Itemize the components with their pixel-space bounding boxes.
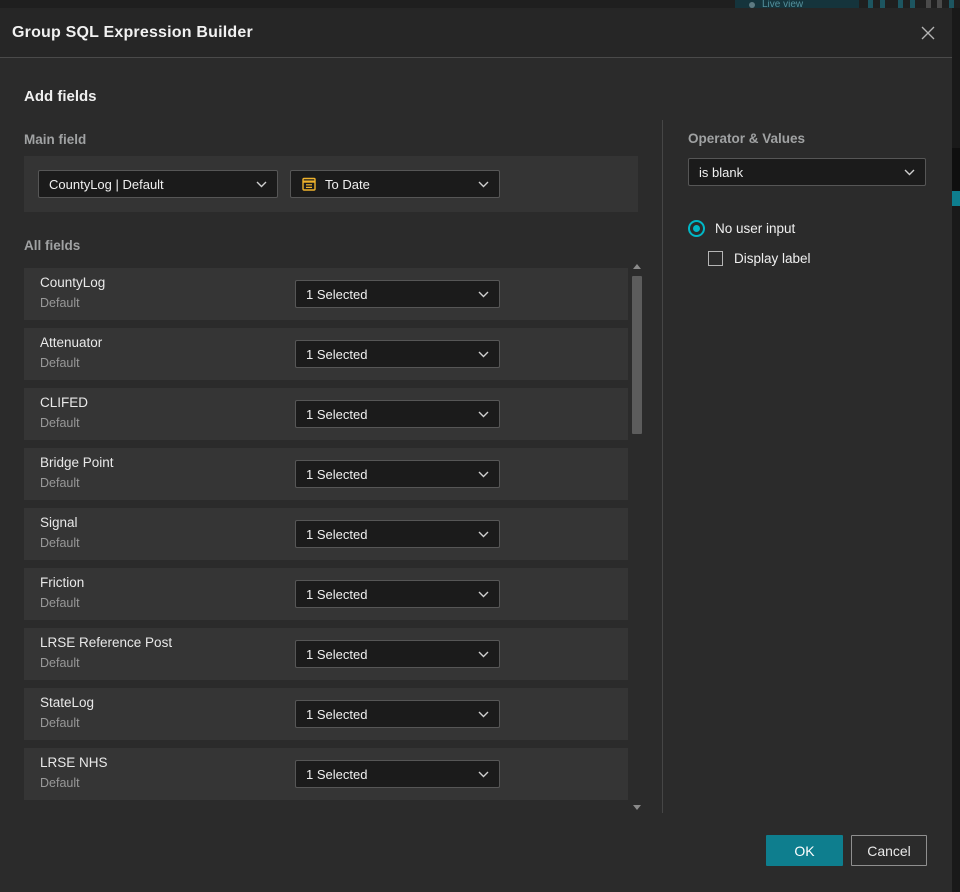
radio-selected-icon	[688, 220, 705, 237]
field-selected-value: 1 Selected	[306, 466, 368, 482]
main-field-label: Main field	[24, 132, 87, 147]
all-fields-list: CountyLog Default 1 Selected Attenuator …	[24, 268, 628, 808]
field-row: LRSE NHS Default 1 Selected	[24, 748, 628, 800]
field-selected-value: 1 Selected	[306, 406, 368, 422]
field-selected-dropdown[interactable]: 1 Selected	[295, 760, 500, 788]
display-label-checkbox[interactable]: Display label	[708, 251, 811, 266]
panel-divider	[662, 120, 663, 813]
field-layer-name: Default	[40, 536, 80, 550]
main-field-dropdown[interactable]: CountyLog | Default	[38, 170, 278, 198]
field-selected-value: 1 Selected	[306, 586, 368, 602]
scroll-up-icon[interactable]	[633, 264, 641, 269]
chevron-down-icon	[478, 181, 489, 187]
scrollbar-thumb[interactable]	[632, 276, 642, 434]
close-icon[interactable]	[916, 21, 940, 45]
field-selected-dropdown[interactable]: 1 Selected	[295, 640, 500, 668]
field-layer-name: Default	[40, 716, 80, 730]
field-name: LRSE Reference Post	[40, 635, 173, 650]
background-right-strip	[952, 8, 960, 892]
live-view-label: Live view	[762, 0, 804, 8]
cancel-button[interactable]: Cancel	[851, 835, 927, 866]
add-fields-heading: Add fields	[24, 88, 97, 105]
field-selected-value: 1 Selected	[306, 706, 368, 722]
field-layer-name: Default	[40, 596, 80, 610]
all-fields-label: All fields	[24, 238, 81, 253]
field-layer-name: Default	[40, 476, 80, 490]
field-row: CountyLog Default 1 Selected	[24, 268, 628, 320]
field-selected-dropdown[interactable]: 1 Selected	[295, 460, 500, 488]
chevron-down-icon	[478, 411, 489, 417]
chevron-down-icon	[478, 651, 489, 657]
chevron-down-icon	[478, 591, 489, 597]
chevron-down-icon	[904, 169, 915, 175]
toolbar-bar-icon	[880, 0, 885, 8]
field-selected-value: 1 Selected	[306, 766, 368, 782]
field-name: Signal	[40, 515, 78, 530]
field-selected-dropdown[interactable]: 1 Selected	[295, 580, 500, 608]
app-root: Live view Group SQL Expression Builder A…	[0, 0, 960, 892]
field-selected-dropdown[interactable]: 1 Selected	[295, 700, 500, 728]
display-label-label: Display label	[734, 251, 811, 266]
ok-button[interactable]: OK	[766, 835, 843, 866]
dialog-header: Group SQL Expression Builder	[0, 8, 952, 58]
field-row: Signal Default 1 Selected	[24, 508, 628, 560]
field-selected-dropdown[interactable]: 1 Selected	[295, 280, 500, 308]
toolbar-bar-icon	[926, 0, 931, 8]
main-field-date-dropdown[interactable]: To Date	[290, 170, 500, 198]
chevron-down-icon	[478, 291, 489, 297]
field-layer-name: Default	[40, 296, 80, 310]
field-name: StateLog	[40, 695, 95, 710]
chevron-down-icon	[478, 771, 489, 777]
field-row: Attenuator Default 1 Selected	[24, 328, 628, 380]
field-row: StateLog Default 1 Selected	[24, 688, 628, 740]
chevron-down-icon	[256, 181, 267, 187]
calendar-icon	[302, 177, 316, 191]
field-selected-dropdown[interactable]: 1 Selected	[295, 400, 500, 428]
field-name: CountyLog	[40, 275, 106, 290]
field-name: Attenuator	[40, 335, 103, 350]
field-layer-name: Default	[40, 416, 80, 430]
chevron-down-icon	[478, 471, 489, 477]
field-layer-name: Default	[40, 356, 80, 370]
chevron-down-icon	[478, 351, 489, 357]
all-fields-scrollbar[interactable]	[630, 262, 645, 812]
field-layer-name: Default	[40, 776, 80, 790]
field-name: Bridge Point	[40, 455, 114, 470]
operator-dropdown[interactable]: is blank	[688, 158, 926, 186]
main-field-date-dropdown-value: To Date	[325, 176, 370, 192]
field-selected-value: 1 Selected	[306, 526, 368, 542]
field-selected-value: 1 Selected	[306, 286, 368, 302]
field-row: CLIFED Default 1 Selected	[24, 388, 628, 440]
field-layer-name: Default	[40, 656, 80, 670]
field-row: LRSE Reference Post Default 1 Selected	[24, 628, 628, 680]
field-selected-value: 1 Selected	[306, 646, 368, 662]
main-field-container: CountyLog | Default To Date	[24, 156, 638, 212]
checkbox-unchecked-icon	[708, 251, 723, 266]
field-row: Bridge Point Default 1 Selected	[24, 448, 628, 500]
toolbar-bar-icon	[868, 0, 873, 8]
scroll-down-icon[interactable]	[633, 805, 641, 810]
dialog-title: Group SQL Expression Builder	[12, 23, 253, 41]
toolbar-bar-icon	[937, 0, 942, 8]
field-name: Friction	[40, 575, 85, 590]
no-user-input-label: No user input	[715, 221, 796, 236]
chevron-down-icon	[478, 711, 489, 717]
field-row: Friction Default 1 Selected	[24, 568, 628, 620]
toolbar-bar-icon	[898, 0, 903, 8]
operator-dropdown-value: is blank	[699, 164, 744, 180]
group-sql-expression-builder-dialog: Group SQL Expression Builder Add fields …	[0, 8, 952, 892]
main-field-dropdown-value: CountyLog | Default	[49, 176, 164, 192]
field-selected-dropdown[interactable]: 1 Selected	[295, 340, 500, 368]
no-user-input-radio[interactable]: No user input	[688, 220, 795, 237]
field-name: CLIFED	[40, 395, 89, 410]
live-view-button[interactable]: Live view	[735, 0, 859, 8]
toolbar-bar-icon	[910, 0, 915, 8]
operator-values-label: Operator & Values	[688, 131, 806, 146]
field-name: LRSE NHS	[40, 755, 108, 770]
background-toolbar-strip: Live view	[0, 0, 960, 8]
toolbar-bar-icon	[949, 0, 954, 8]
field-selected-dropdown[interactable]: 1 Selected	[295, 520, 500, 548]
field-selected-value: 1 Selected	[306, 346, 368, 362]
chevron-down-icon	[478, 531, 489, 537]
